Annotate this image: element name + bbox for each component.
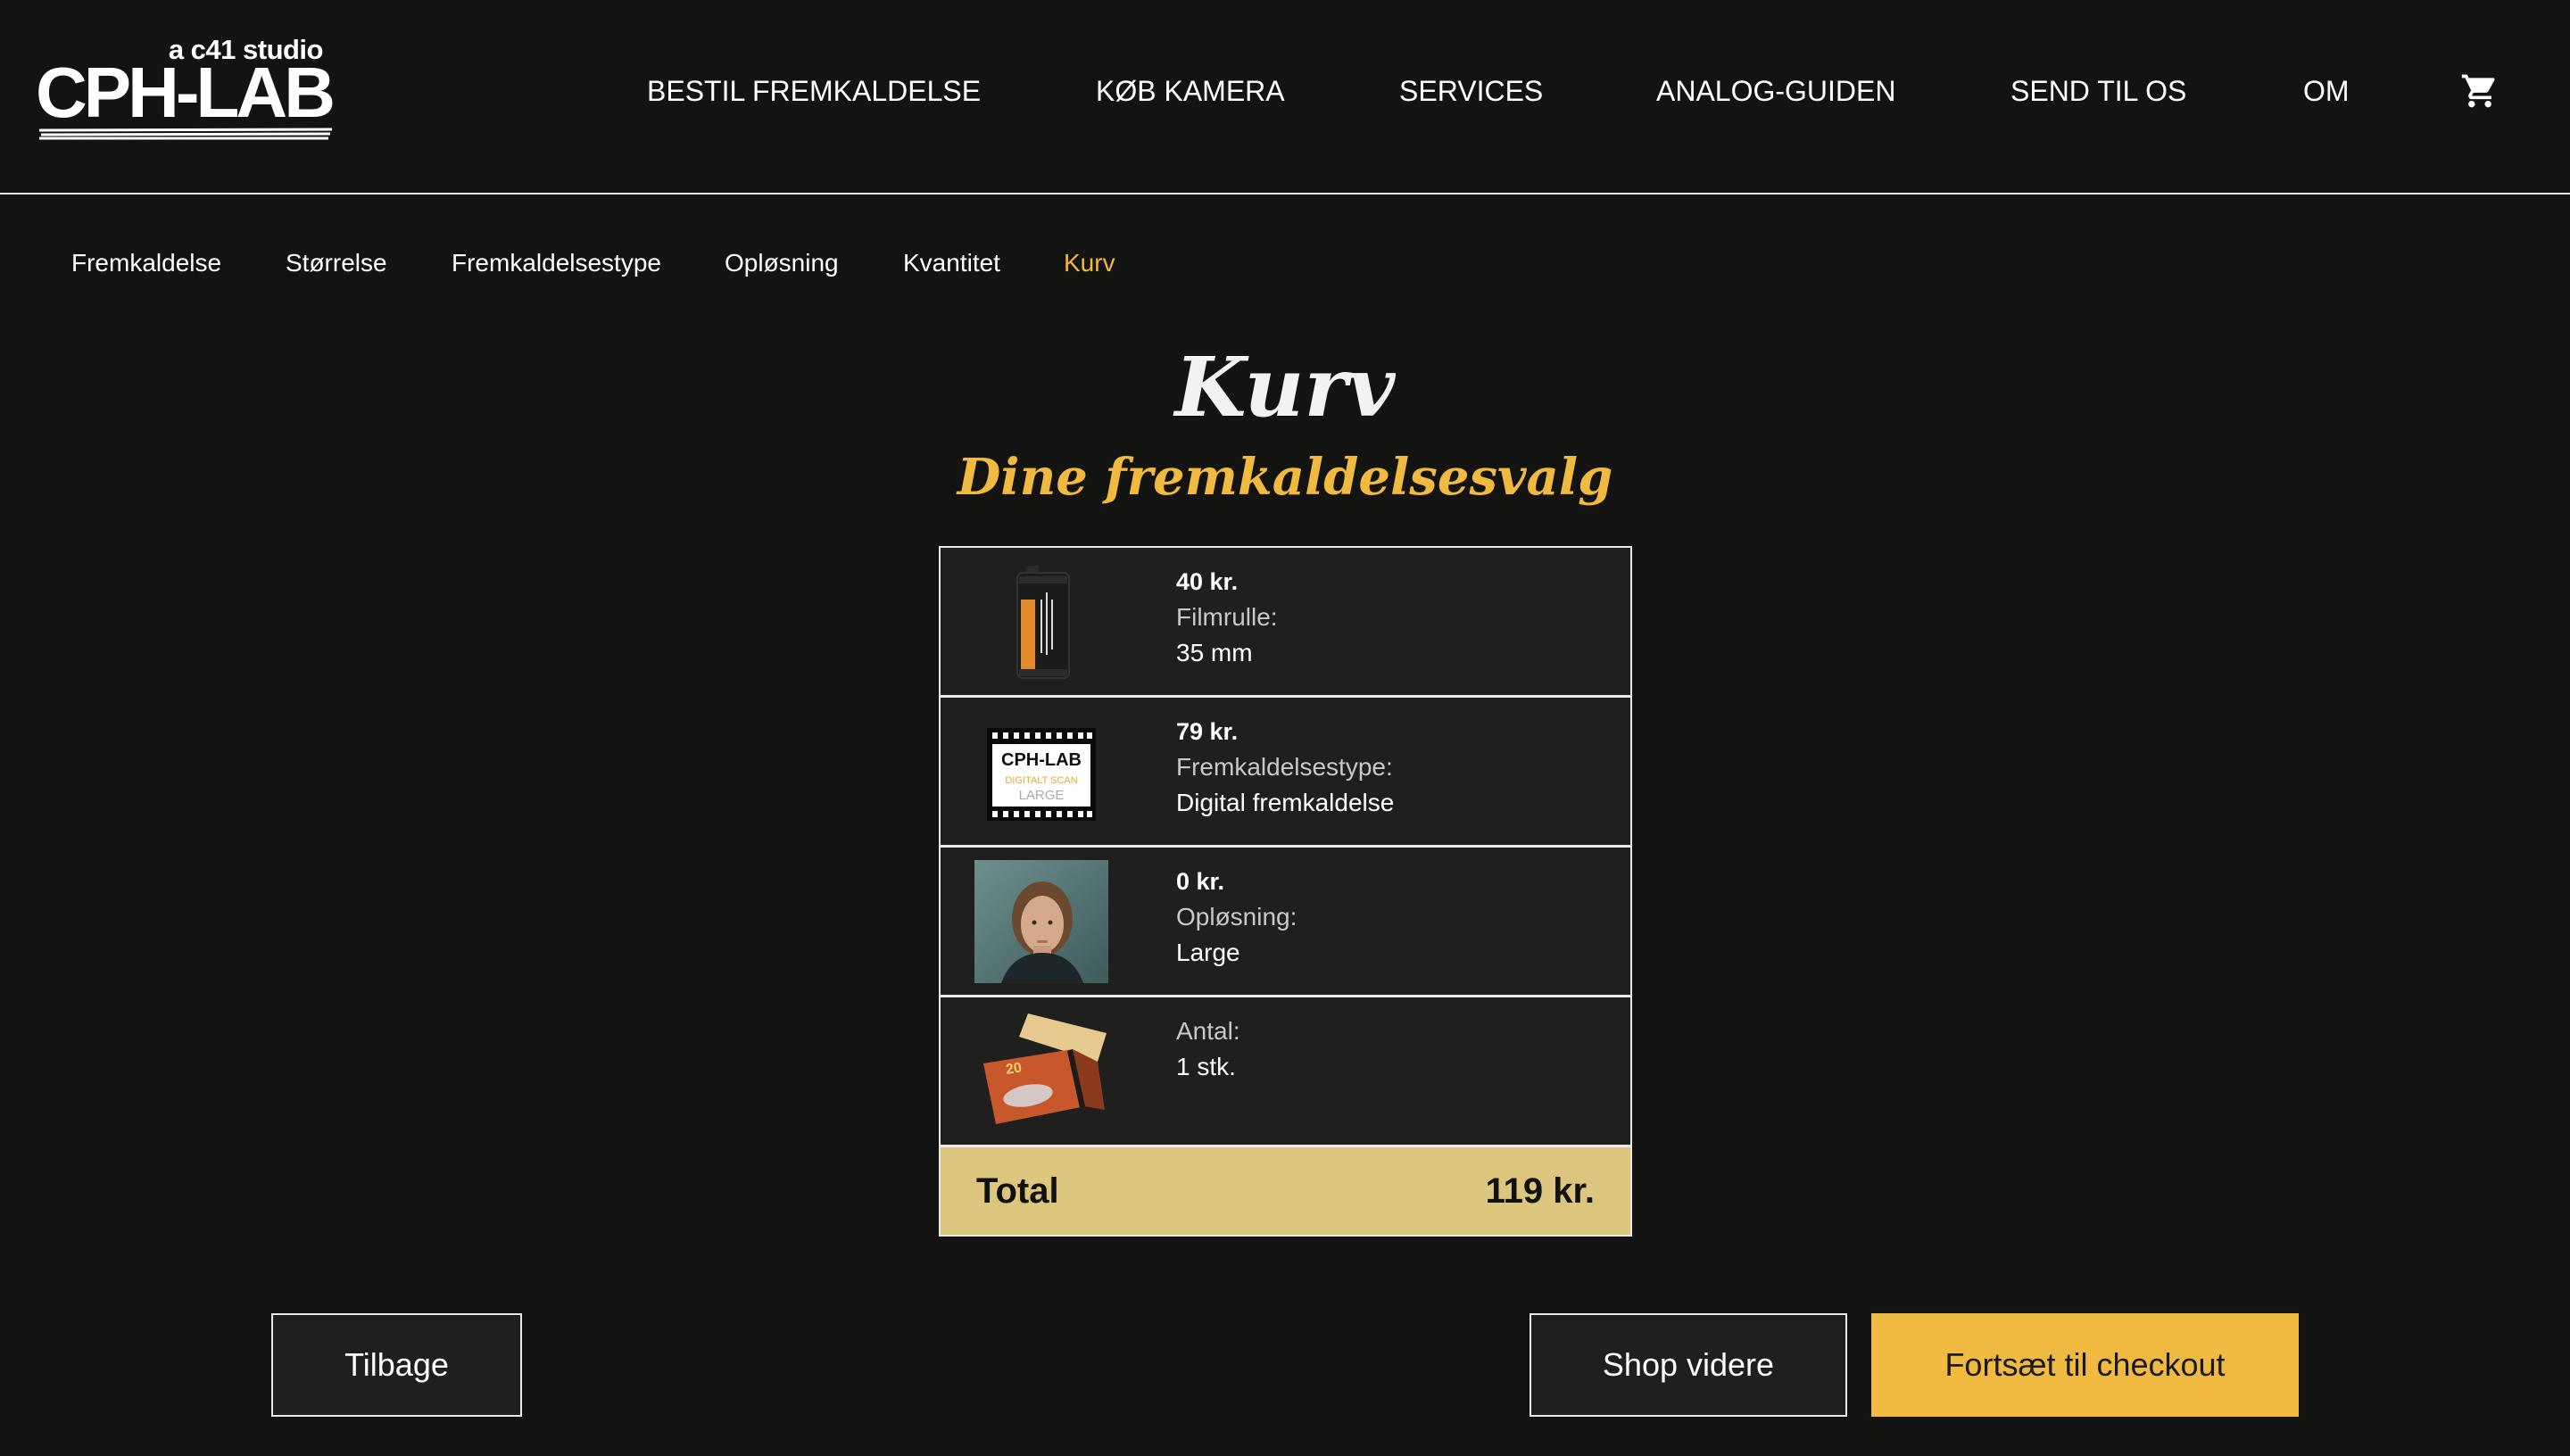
item-info: Antal: 1 stk.: [1176, 1013, 1240, 1085]
step-kvantitet[interactable]: Kvantitet: [903, 249, 1000, 277]
item-info: 79 kr. Fremkaldelsestype: Digital fremka…: [1176, 714, 1394, 821]
svg-text:20: 20: [1005, 1060, 1023, 1078]
nav-bestil-fremkaldelse[interactable]: BESTIL FREMKALDELSE: [647, 75, 981, 108]
nav-services[interactable]: SERVICES: [1399, 75, 1543, 108]
item-info: 40 kr. Filmrulle: 35 mm: [1176, 564, 1278, 671]
item-price: 0 kr.: [1176, 868, 1225, 895]
checkout-steps: Fremkaldelse Størrelse Fremkaldelsestype…: [0, 249, 2570, 281]
step-storrelse[interactable]: Størrelse: [286, 249, 387, 277]
nav-kob-kamera[interactable]: KØB KAMERA: [1096, 75, 1285, 108]
item-label: Opløsning:: [1176, 903, 1297, 931]
portrait-photo-image: [974, 860, 1108, 985]
total-value: 119 kr.: [1485, 1171, 1595, 1211]
cart-item-filmrulle: 40 kr. Filmrulle: 35 mm: [941, 548, 1630, 698]
site-header: a c41 studio CPH-LAB BESTIL FREMKALDELSE…: [0, 0, 2570, 194]
shopping-cart-icon[interactable]: [2459, 71, 2500, 111]
cart-item-antal: 20 Antal: 1 stk.: [941, 997, 1630, 1147]
total-row: Total 119 kr.: [941, 1147, 1630, 1235]
item-price: 40 kr.: [1176, 568, 1239, 595]
scan-line2-text: LARGE: [1019, 788, 1065, 803]
digital-scan-image: CPH-LAB DIGITALT SCAN LARGE: [974, 710, 1108, 835]
film-canister-image: [974, 560, 1108, 685]
nav-analog-guiden[interactable]: ANALOG-GUIDEN: [1656, 75, 1895, 108]
cart-summary: 40 kr. Filmrulle: 35 mm CPH-LAB DIGITALT…: [939, 546, 1632, 1237]
step-kurv[interactable]: Kurv: [1064, 249, 1115, 277]
continue-shopping-button[interactable]: Shop videre: [1530, 1313, 1847, 1417]
main-nav: BESTIL FREMKALDELSE KØB KAMERA SERVICES …: [0, 75, 2570, 111]
step-fremkaldelsestype[interactable]: Fremkaldelsestype: [452, 249, 661, 277]
logo-underline-icon: [38, 128, 333, 140]
cart-item-oplosning: 0 kr. Opløsning: Large: [941, 848, 1630, 997]
nav-send-til-os[interactable]: SEND TIL OS: [2010, 75, 2186, 108]
film-box-image: 20: [974, 1010, 1108, 1135]
total-label: Total: [976, 1171, 1059, 1211]
item-label: Filmrulle:: [1176, 603, 1278, 631]
step-oplosning[interactable]: Opløsning: [725, 249, 839, 277]
item-value: Large: [1176, 939, 1240, 966]
checkout-button[interactable]: Fortsæt til checkout: [1871, 1313, 2299, 1417]
item-value: Digital fremkaldelse: [1176, 789, 1395, 816]
back-button[interactable]: Tilbage: [271, 1313, 522, 1417]
page-title: Kurv: [1174, 339, 1396, 435]
item-info: 0 kr. Opløsning: Large: [1176, 864, 1297, 971]
item-price: 79 kr.: [1176, 718, 1239, 745]
item-value: 1 stk.: [1176, 1053, 1236, 1080]
cart-item-fremkaldelsestype: CPH-LAB DIGITALT SCAN LARGE 79 kr. Fremk…: [941, 698, 1630, 848]
scan-brand-text: CPH-LAB: [1001, 750, 1082, 770]
item-label: Fremkaldelsestype:: [1176, 753, 1393, 781]
item-value: 35 mm: [1176, 639, 1253, 666]
nav-om[interactable]: OM: [2303, 75, 2350, 108]
scan-line1-text: DIGITALT SCAN: [1005, 775, 1077, 786]
step-fremkaldelse[interactable]: Fremkaldelse: [71, 249, 221, 277]
page-subtitle: Dine fremkaldelsesvalg: [957, 448, 1613, 507]
item-label: Antal:: [1176, 1017, 1240, 1045]
